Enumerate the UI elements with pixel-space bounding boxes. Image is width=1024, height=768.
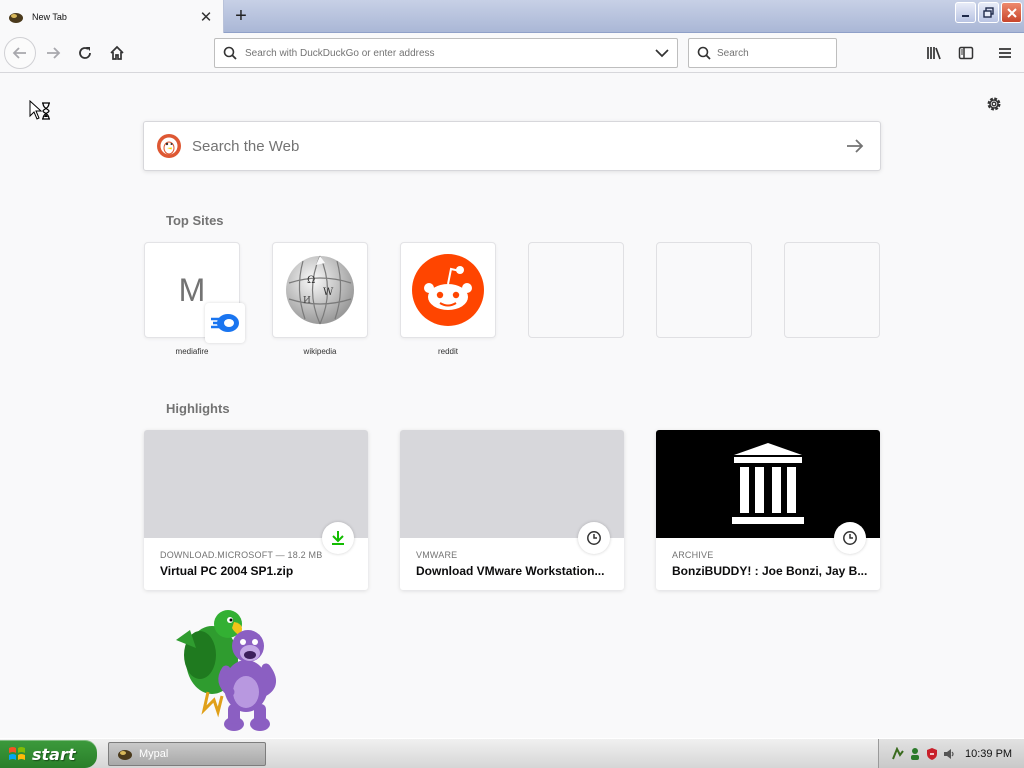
site-tile[interactable] — [400, 242, 496, 338]
history-badge — [578, 522, 610, 554]
card-title: Download VMware Workstation... — [416, 564, 605, 578]
top-site-mediafire[interactable]: M mediafire — [144, 242, 245, 356]
bonzi-buddy-character-icon[interactable] — [160, 600, 292, 738]
top-site-wikipedia[interactable]: Ω W И wikipedia — [272, 242, 368, 356]
menu-button[interactable] — [989, 37, 1021, 69]
card-source: ARCHIVE — [672, 550, 714, 560]
highlights-heading: Highlights — [166, 401, 230, 416]
start-label: start — [32, 744, 76, 764]
home-icon — [110, 45, 124, 60]
navigation-toolbar: Search with DuckDuckGo or enter address … — [0, 33, 1024, 73]
tab-title: New Tab — [32, 11, 67, 22]
top-site-empty — [656, 242, 752, 338]
internet-archive-logo-icon — [732, 443, 804, 524]
empty-tile — [784, 242, 880, 338]
url-bar-placeholder: Search with DuckDuckGo or enter address — [245, 47, 435, 59]
tab-new-tab[interactable]: New Tab ✕ — [0, 0, 224, 33]
empty-tile — [528, 242, 624, 338]
clock-icon — [587, 531, 601, 545]
download-badge — [322, 522, 354, 554]
mediafire-logo — [205, 303, 245, 343]
window-close-button[interactable] — [1001, 2, 1022, 23]
home-button[interactable] — [101, 37, 133, 69]
tab-close-icon[interactable]: ✕ — [199, 9, 213, 26]
gear-icon[interactable] — [985, 95, 1003, 113]
volume-icon[interactable] — [942, 747, 956, 761]
top-site-empty — [784, 242, 880, 338]
reload-icon — [79, 47, 91, 59]
reddit-logo-icon — [412, 254, 484, 326]
minimize-button[interactable] — [955, 2, 976, 23]
card-title: BonziBUDDY! : Joe Bonzi, Jay B... — [672, 564, 868, 578]
busy-cursor-icon — [29, 100, 50, 120]
highlight-card[interactable]: ARCHIVE BonziBUDDY! : Joe Bonzi, Jay B..… — [656, 430, 880, 590]
forward-button[interactable] — [37, 37, 69, 69]
card-title: Virtual PC 2004 SP1.zip — [160, 564, 294, 578]
sidebar-icon — [958, 46, 974, 60]
forward-arrow-icon — [47, 47, 61, 59]
taskbar-item-mypal[interactable]: Mypal — [108, 742, 266, 766]
window-controls — [955, 2, 1022, 23]
duckduckgo-logo-icon — [157, 134, 181, 158]
site-label: mediafire — [175, 347, 209, 356]
tab-strip: New Tab ✕ + — [0, 0, 1024, 33]
taskbar-clock: 10:39 PM — [965, 748, 1013, 760]
download-icon — [332, 531, 344, 545]
reload-button[interactable] — [69, 37, 101, 69]
site-tile[interactable]: Ω W И — [272, 242, 368, 338]
clock-icon — [843, 531, 857, 545]
arrow-right-icon[interactable] — [844, 135, 866, 157]
top-sites-heading: Top Sites — [166, 213, 224, 228]
mypal-favicon-icon — [9, 12, 23, 23]
network-user-icon[interactable] — [908, 747, 922, 761]
site-tile[interactable]: M — [144, 242, 245, 343]
back-arrow-icon — [12, 47, 26, 59]
svg-text:W: W — [323, 287, 334, 298]
svg-text:И: И — [303, 296, 311, 306]
mypal-icon — [118, 750, 132, 760]
history-badge — [834, 522, 866, 554]
library-icon — [927, 47, 941, 60]
windows-flag-icon — [9, 747, 25, 760]
back-button[interactable] — [4, 37, 36, 69]
hamburger-menu-icon — [999, 48, 1011, 58]
card-source: VMWARE — [416, 550, 458, 560]
sidebar-button[interactable] — [950, 37, 982, 69]
web-search-box[interactable]: Search the Web — [143, 121, 881, 171]
mediafire-icon — [211, 314, 239, 332]
highlight-card[interactable]: VMWARE Download VMware Workstation... — [400, 430, 624, 590]
restore-button[interactable] — [978, 2, 999, 23]
search-icon — [223, 46, 237, 60]
system-tray: 10:39 PM — [878, 739, 1024, 768]
chevron-down-icon[interactable] — [655, 48, 669, 58]
site-label: wikipedia — [303, 347, 337, 356]
svg-text:Ω: Ω — [307, 275, 315, 286]
search-bar[interactable]: Search — [688, 38, 837, 68]
empty-tile — [656, 242, 752, 338]
wikipedia-globe-icon: Ω W И — [286, 255, 354, 325]
url-bar[interactable]: Search with DuckDuckGo or enter address — [214, 38, 678, 68]
highlight-card[interactable]: DOWNLOAD.MICROSOFT — 18.2 MB Virtual PC … — [144, 430, 368, 590]
top-site-empty — [528, 242, 624, 338]
search-bar-placeholder: Search — [717, 47, 749, 59]
new-tab-button[interactable]: + — [230, 5, 252, 27]
site-letter: M — [178, 271, 206, 308]
web-search-placeholder: Search the Web — [192, 137, 300, 155]
top-site-reddit[interactable]: reddit — [400, 242, 496, 356]
site-label: reddit — [437, 347, 458, 356]
security-shield-icon[interactable] — [925, 747, 939, 761]
search-icon — [697, 46, 711, 60]
start-button[interactable]: start — [0, 740, 97, 768]
library-button[interactable] — [918, 37, 950, 69]
card-source: DOWNLOAD.MICROSOFT — 18.2 MB — [160, 550, 323, 560]
taskbar: start Mypal 10:39 PM — [0, 738, 1024, 768]
bonzi-tray-icon[interactable] — [891, 747, 905, 761]
taskbar-item-label: Mypal — [139, 748, 169, 760]
